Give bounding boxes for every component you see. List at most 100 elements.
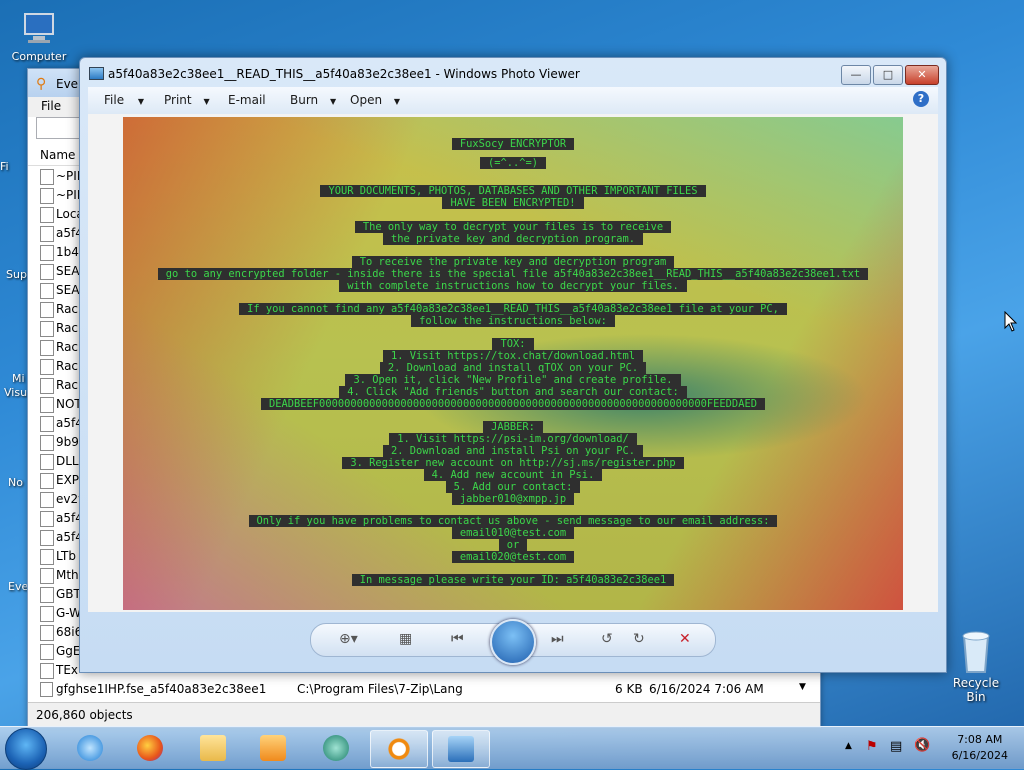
note-line: 1. Visit https://tox.chat/download.html [123, 350, 903, 362]
everything-status-bar: 206,860 objects [28, 702, 820, 727]
note-line: TOX: [123, 338, 903, 350]
previous-icon[interactable]: ⏮ [451, 631, 464, 647]
note-line: or [123, 539, 903, 551]
media-player-icon [260, 735, 286, 761]
file-icon [40, 530, 54, 546]
note-line: 3. Register new account on http://sj.ms/… [123, 457, 903, 469]
file-icon [40, 321, 54, 337]
taskbar-everything[interactable] [370, 730, 428, 768]
system-clock[interactable]: 7:08 AM 6/16/2024 [952, 732, 1008, 764]
magnifier-icon: ⚲ [36, 76, 47, 92]
desktop-icon-computer[interactable]: Computer [4, 8, 74, 63]
rotate-counterclockwise-icon[interactable]: ↺ [601, 631, 613, 647]
note-line: 2. Download and install qTOX on your PC. [123, 362, 903, 374]
zoom-icon[interactable]: ⊕▾ [339, 631, 358, 647]
action-center-icon[interactable]: ⚑ [866, 739, 878, 754]
file-icon [40, 169, 54, 185]
photo-viewer-toolbar: File ▼ Print ▼ E-mail Burn ▼ Open ▼ ? [88, 87, 938, 115]
photo-viewer-window[interactable]: a5f40a83e2c38ee1__READ_THIS__a5f40a83e2c… [79, 57, 947, 673]
scroll-down-icon[interactable]: ▼ [799, 682, 806, 692]
slideshow-play-button[interactable] [490, 619, 536, 665]
file-name: GgE [56, 644, 81, 658]
note-line: email010@test.com [123, 527, 903, 539]
note-line: Only if you have problems to contact us … [123, 515, 903, 527]
file-icon [40, 606, 54, 622]
file-icon [40, 359, 54, 375]
file-name: LTb [56, 549, 76, 563]
note-line: 1. Visit https://psi-im.org/download/ [123, 433, 903, 445]
note-line: 4. Click "Add friends" button and search… [123, 386, 903, 398]
magnifier-icon [386, 736, 412, 762]
object-count: 206,860 objects [36, 708, 133, 722]
file-name: Rac [56, 359, 79, 373]
clock-date: 6/16/2024 [951, 749, 1008, 762]
minimize-button[interactable]: — [841, 65, 871, 85]
file-icon [40, 587, 54, 603]
toolbar-email-button[interactable]: E-mail [228, 93, 266, 107]
actual-size-icon[interactable]: ▦ [399, 631, 412, 647]
taskbar-media-player[interactable] [245, 730, 301, 766]
file-icon [40, 625, 54, 641]
file-icon [40, 340, 54, 356]
file-name: G-W [56, 606, 82, 620]
start-button[interactable] [5, 728, 47, 770]
note-line: The only way to decrypt your files is to… [123, 221, 903, 233]
taskbar-file-explorer[interactable] [185, 730, 241, 766]
file-icon [40, 492, 54, 508]
last-row-size: 6 KB [615, 682, 643, 696]
folder-icon [200, 735, 226, 761]
delete-icon[interactable]: ✕ [679, 631, 691, 647]
close-button[interactable]: ✕ [905, 65, 939, 85]
taskbar-internet-explorer[interactable] [62, 730, 118, 766]
note-line: 2. Download and install Psi on your PC. [123, 445, 903, 457]
maximize-button[interactable]: □ [873, 65, 903, 85]
file-name: Rac [56, 302, 79, 316]
toolbar-open-menu[interactable]: Open ▼ [350, 93, 400, 107]
network-icon[interactable]: ▤ [890, 739, 902, 754]
column-header-name[interactable]: Name [40, 148, 75, 162]
desktop-icon-label: Computer [11, 50, 67, 63]
app-icon [323, 735, 349, 761]
file-icon [40, 283, 54, 299]
file-icon [40, 302, 54, 318]
computer-icon [19, 8, 59, 48]
recycle-bin-label: Recycle Bin [952, 676, 1000, 704]
next-icon[interactable]: ⏭ [551, 631, 564, 647]
file-name: SEA [56, 283, 80, 297]
file-name: EXP [56, 473, 80, 487]
photo-viewer-app-icon [89, 67, 104, 80]
note-line: In message please write your ID: a5f40a8… [123, 574, 903, 586]
note-line: 5. Add our contact: [123, 481, 903, 493]
taskbar-firefox[interactable] [122, 730, 178, 766]
toolbar-burn-menu[interactable]: Burn ▼ [290, 93, 336, 107]
note-line: FuxSocy ENCRYPTOR [123, 138, 903, 150]
note-line: YOUR DOCUMENTS, PHOTOS, DATABASES AND OT… [123, 185, 903, 197]
desktop-icon-recycle-bin[interactable]: Recycle Bin [944, 628, 1008, 704]
image-canvas[interactable]: FuxSocy ENCRYPTOR (=^..^=) YOUR DOCUMENTS,… [88, 114, 938, 612]
last-row-modified: 6/16/2024 7:06 AM [649, 682, 764, 696]
volume-muted-icon[interactable]: 🔇 [914, 738, 930, 753]
show-hidden-icons-icon[interactable]: ▲ [845, 741, 852, 751]
everything-last-row[interactable]: gfghse1IHP.fse_a5f40a83e2c38ee1 C:\Progr… [28, 680, 820, 699]
toolbar-file-menu[interactable]: File ▼ [104, 93, 144, 107]
menu-file[interactable]: File [34, 97, 68, 115]
firefox-icon [137, 735, 163, 761]
file-icon [40, 568, 54, 584]
file-icon [40, 264, 54, 280]
file-icon [40, 454, 54, 470]
taskbar-photo-viewer[interactable] [432, 730, 490, 768]
rotate-clockwise-icon[interactable]: ↻ [633, 631, 645, 647]
taskbar: ▲ ⚑ ▤ 🔇 7:08 AM 6/16/2024 [0, 726, 1024, 770]
note-line: the private key and decryption program. [123, 233, 903, 245]
file-icon [40, 245, 54, 261]
photo-viewer-navigation-bar: ⊕▾ ▦ ⏮ ⏭ ↺ ↻ ✕ [310, 619, 716, 665]
file-icon [40, 549, 54, 565]
note-line: 3. Open it, click "New Profile" and crea… [123, 374, 903, 386]
file-icon [40, 188, 54, 204]
help-icon[interactable]: ? [913, 91, 929, 107]
recycle-bin-icon [956, 628, 996, 676]
taskbar-app[interactable] [308, 730, 364, 766]
file-icon [40, 644, 54, 660]
toolbar-print-menu[interactable]: Print ▼ [164, 93, 210, 107]
note-line: email020@test.com [123, 551, 903, 563]
